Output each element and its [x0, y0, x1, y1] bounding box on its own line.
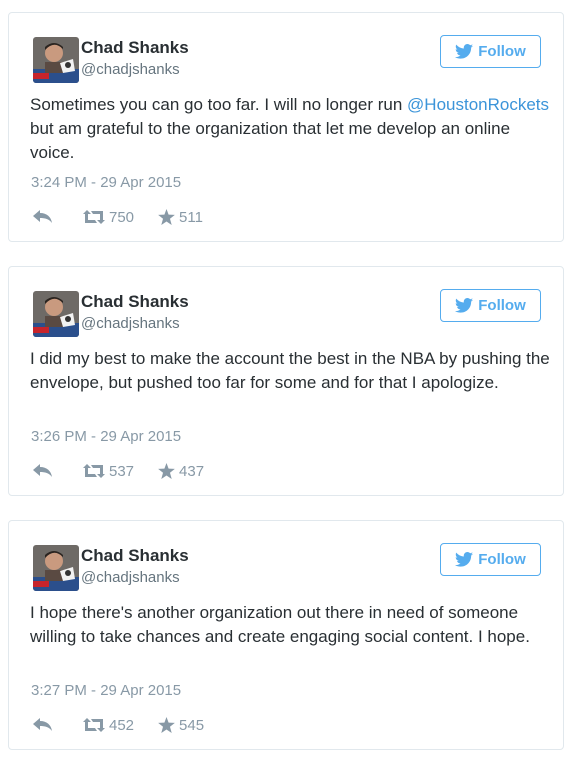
retweet-icon: [83, 210, 105, 224]
reply-arrow-icon: [33, 210, 52, 223]
author-handle[interactable]: @chadjshanks: [81, 568, 180, 588]
author-handle[interactable]: @chadjshanks: [81, 60, 180, 80]
favorite-button[interactable]: 511: [158, 209, 203, 226]
avatar-photo: [33, 37, 79, 83]
favorite-count: 511: [179, 208, 203, 226]
retweet-button[interactable]: 452: [83, 717, 134, 734]
avatar[interactable]: [33, 545, 79, 591]
retweet-button[interactable]: 537: [83, 463, 134, 480]
favorite-count: 437: [179, 462, 205, 480]
follow-button[interactable]: Follow: [440, 543, 541, 576]
star-icon: [158, 209, 175, 225]
follow-button[interactable]: Follow: [440, 35, 541, 68]
tweet-actions: 537 437: [33, 460, 204, 482]
author-handle[interactable]: @chadjshanks: [81, 314, 180, 334]
tweet-actions: 750 511: [33, 206, 203, 228]
author-name[interactable]: Chad Shanks: [81, 291, 189, 313]
tweet-text-part: I hope there's another organization out …: [30, 603, 530, 646]
author-name[interactable]: Chad Shanks: [81, 545, 189, 567]
retweet-count: 452: [109, 716, 135, 734]
author-name[interactable]: Chad Shanks: [81, 37, 189, 59]
reply-button[interactable]: [33, 210, 55, 224]
follow-label: Follow: [478, 43, 526, 60]
tweet-actions: 452 545: [33, 714, 204, 736]
retweet-icon: [83, 464, 105, 478]
favorite-button[interactable]: 545: [158, 717, 204, 734]
retweet-button[interactable]: 750: [83, 209, 134, 226]
tweet-text-part: Sometimes you can go too far. I will no …: [30, 95, 408, 114]
star-icon: [158, 717, 175, 733]
avatar[interactable]: [33, 291, 79, 337]
favorite-button[interactable]: 437: [158, 463, 204, 480]
reply-arrow-icon: [33, 464, 52, 477]
follow-button[interactable]: Follow: [440, 289, 541, 322]
timestamp[interactable]: 3:27 PM - 29 Apr 2015: [31, 681, 181, 701]
tweet-text-part: I did my best to make the account the be…: [30, 349, 550, 392]
tweet-card: Chad Shanks @chadjshanks Follow I hope t…: [8, 520, 564, 750]
avatar[interactable]: [33, 37, 79, 83]
twitter-bird-icon: [455, 298, 474, 313]
timestamp[interactable]: 3:26 PM - 29 Apr 2015: [31, 427, 181, 447]
retweet-count: 537: [109, 462, 135, 480]
avatar-photo: [33, 545, 79, 591]
reply-button[interactable]: [33, 718, 55, 732]
star-icon: [158, 463, 175, 479]
reply-button[interactable]: [33, 464, 55, 478]
follow-label: Follow: [478, 551, 526, 568]
tweet-card: Chad Shanks @chadjshanks Follow Sometime…: [8, 12, 564, 242]
tweet-text: I hope there's another organization out …: [30, 601, 550, 649]
twitter-bird-icon: [455, 44, 474, 59]
reply-arrow-icon: [33, 718, 52, 731]
timestamp[interactable]: 3:24 PM - 29 Apr 2015: [31, 173, 181, 193]
retweet-icon: [83, 718, 105, 732]
favorite-count: 545: [179, 716, 205, 734]
follow-label: Follow: [478, 297, 526, 314]
tweet-text: Sometimes you can go too far. I will no …: [30, 93, 550, 165]
mention-link[interactable]: @HoustonRockets: [407, 95, 549, 114]
avatar-photo: [33, 291, 79, 337]
tweet-text-part: but am grateful to the organization that…: [30, 119, 511, 162]
tweet-text: I did my best to make the account the be…: [30, 347, 550, 395]
retweet-count: 750: [109, 208, 135, 226]
tweet-card: Chad Shanks @chadjshanks Follow I did my…: [8, 266, 564, 496]
twitter-bird-icon: [455, 552, 474, 567]
